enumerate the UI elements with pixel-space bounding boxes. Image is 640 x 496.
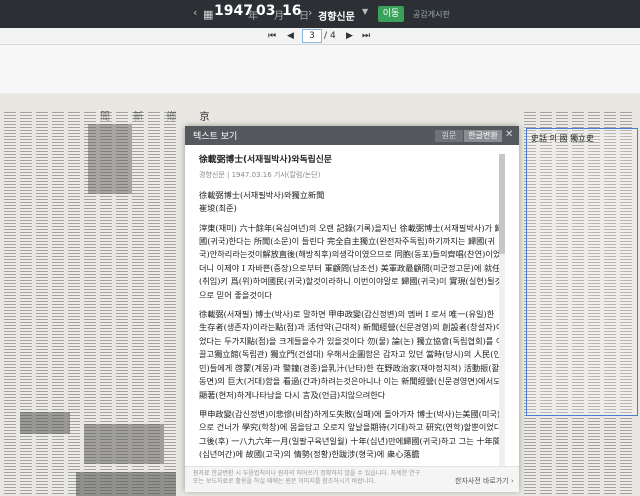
next-date-icon[interactable]: › (308, 6, 312, 19)
article-headline: 徐載弼博士(서재필박사)와獨立新聞 (199, 189, 325, 200)
next-page-icon[interactable]: ▶ (346, 30, 353, 42)
article-paragraph: 甲申政變(갑신정변)이悲慘(비참)하게도失敗(실패)에 돌아가자 博士(박사)는… (199, 408, 502, 460)
tab-hangul-converted[interactable]: 한글변환 (464, 130, 502, 142)
prev-date-icon[interactable]: ‹ (193, 6, 197, 19)
article-author: 崔埈(최준) (199, 203, 237, 214)
scrollbar-thumb[interactable] (499, 154, 505, 254)
newspaper-ad (20, 412, 70, 434)
newspaper-select[interactable]: 경향신문 (318, 8, 355, 23)
share-board-link[interactable]: 공감게시판 (413, 9, 450, 20)
viewer-gap (0, 45, 640, 93)
month-value[interactable]: 03 (256, 3, 275, 19)
text-column (52, 112, 64, 494)
text-column (36, 112, 48, 494)
close-icon[interactable]: ✕ (505, 129, 513, 140)
page-navigation-bar: ⏮ ◀ 3 / 4 ▶ ⏭ (0, 28, 640, 45)
calendar-icon[interactable]: ▦ (203, 6, 213, 24)
article-paragraph: 徐載弼(서재필) 博士(박사)로 말하면 甲申政變(갑신정변)의 멤버 I 로서… (199, 309, 504, 400)
newspaper-photo (88, 124, 132, 194)
selected-article-heading: 史話 의 國 獨立史 (531, 134, 594, 143)
article-text-body: 徐載弼博士(서재필박사)와독립신문 경향신문 | 1947.03.16 기사(칼… (199, 154, 505, 462)
total-pages: 4 (330, 31, 336, 41)
prev-page-icon[interactable]: ◀ (287, 30, 294, 42)
article-title: 徐載弼博士(서재필박사)와독립신문 (199, 155, 332, 165)
text-column (68, 112, 80, 494)
conversion-notice: 원자료 한글변환 시 두음법칙이나 원자의 띄어쓰기 정확하지 않을 수 있습니… (193, 470, 421, 485)
dialog-title: 텍스트 보기 (193, 132, 238, 142)
newspaper-ad (76, 472, 176, 496)
dialog-scrollbar[interactable] (499, 154, 505, 484)
newspaper-ad (84, 424, 164, 464)
dialog-header: 텍스트 보기 원문 한글변환 ✕ (185, 126, 519, 145)
top-navigation-bar: ‹ ▦ 1947 年 03 月 16 日 › 경향신문 ▼ 이동 공감게시판 (0, 0, 640, 28)
article-meta: 경향신문 | 1947.03.16 기사(칼럼/논단) (199, 171, 321, 180)
selected-article-region[interactable]: 史話 의 國 獨立史 (526, 128, 638, 416)
page-separator: / (324, 31, 328, 41)
page-number-input[interactable]: 3 (302, 29, 322, 43)
last-page-icon[interactable]: ⏭ (362, 30, 370, 42)
text-column (164, 112, 176, 494)
text-column (20, 112, 32, 494)
hanja-dictionary-link[interactable]: 한자사전 바로가기 › (455, 476, 514, 486)
first-page-icon[interactable]: ⏮ (268, 30, 276, 42)
dialog-footer: 원자료 한글변환 시 두음법칙이나 원자의 띄어쓰기 정확하지 않을 수 있습니… (185, 466, 519, 492)
text-column (4, 112, 16, 494)
chevron-down-icon[interactable]: ▼ (362, 7, 368, 16)
article-paragraph: 滓東(재미) 六十餘年(육십여년)의 오랜 記錄(기록)을지닌 徐載弼博士(서재… (199, 222, 503, 300)
text-view-dialog: 텍스트 보기 원문 한글변환 ✕ 徐載弼博士(서재필박사)와독립신문 경향신문 … (185, 126, 519, 492)
go-button[interactable]: 이동 (378, 6, 404, 22)
tab-original[interactable]: 원문 (435, 130, 463, 142)
